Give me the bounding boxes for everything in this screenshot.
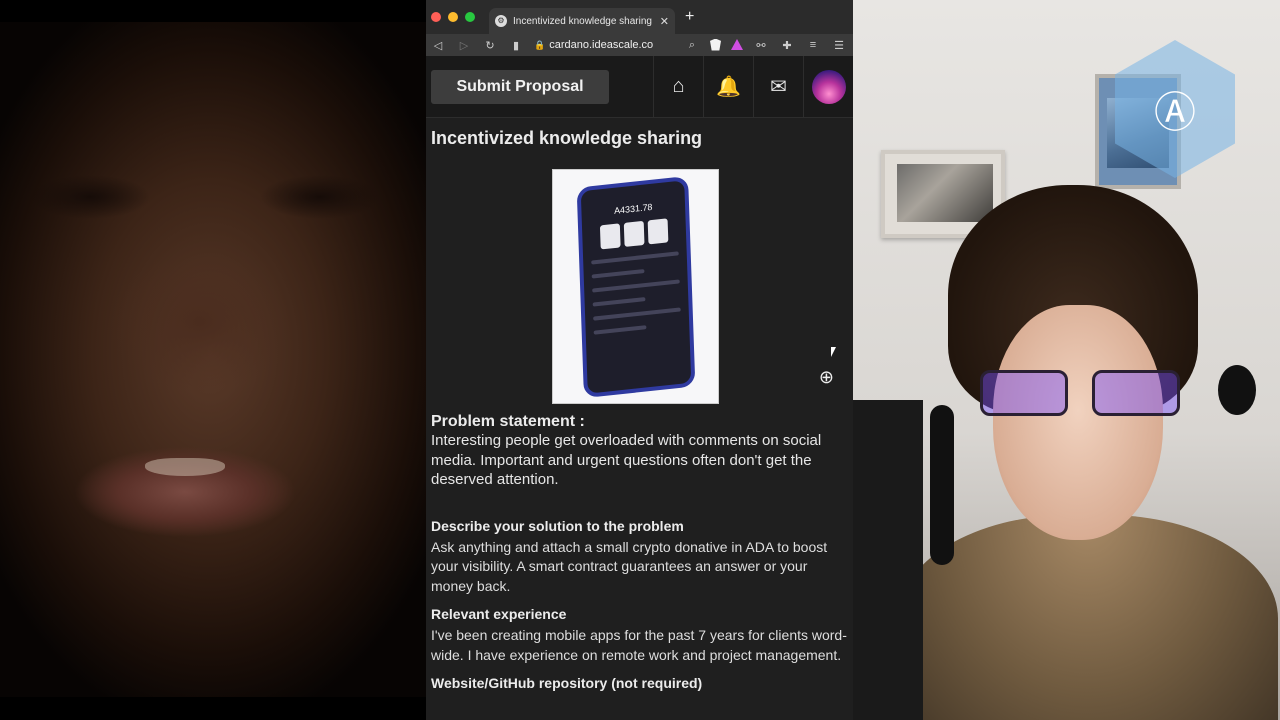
- phone-mockup: A4331.78: [576, 175, 695, 398]
- experience-heading: Relevant experience: [431, 606, 567, 622]
- avatar: [811, 69, 846, 104]
- zoom-page-icon[interactable]: ⌕: [684, 39, 700, 52]
- left-webcam-detail: [145, 458, 225, 476]
- solution-heading: Describe your solution to the problem: [431, 517, 684, 534]
- brave-shield-icon[interactable]: [710, 38, 721, 51]
- solution-text: Ask anything and attach a small crypto d…: [431, 538, 828, 594]
- favicon-icon: ⚙: [495, 15, 507, 27]
- maximize-window-button[interactable]: [465, 12, 475, 22]
- bookmark-icon[interactable]: ▮: [508, 39, 524, 52]
- reload-icon[interactable]: ↻: [482, 39, 498, 52]
- person-figure: [898, 185, 1278, 720]
- browser-toolbar: ◁ ▷ ↻ ▮ 🔒 cardano.ideascale.co ⌕ ⚯ ✚ ≡ ☰: [426, 34, 853, 56]
- tab-bar: ⚙ Incentivized knowledge sharing ✕ +: [426, 0, 853, 34]
- new-tab-button[interactable]: +: [685, 8, 694, 26]
- address-text: cardano.ideascale.co: [549, 39, 654, 51]
- site-nav-icons: ⌂ 🔔 ✉: [653, 55, 853, 118]
- forward-icon[interactable]: ▷: [456, 39, 472, 52]
- close-window-button[interactable]: [431, 12, 441, 22]
- browser-window: ⚙ Incentivized knowledge sharing ✕ + ◁ ▷…: [426, 0, 853, 720]
- left-webcam-image: [0, 22, 426, 697]
- extensions-area: ⌕ ⚯ ✚ ≡ ☰: [684, 38, 849, 52]
- tab-title: Incentivized knowledge sharing: [513, 15, 652, 27]
- browser-tab-active[interactable]: ⚙ Incentivized knowledge sharing ✕: [489, 8, 675, 34]
- experience-text: I've been creating mobile apps for the p…: [431, 627, 847, 663]
- chair: [853, 400, 923, 720]
- mouse-cursor: [831, 347, 836, 357]
- headset-icon: [1218, 365, 1256, 415]
- link-icon[interactable]: ⚯: [753, 39, 769, 52]
- problem-statement-text: Interesting people get overloaded with c…: [431, 432, 822, 488]
- site-header: Submit Proposal ⌂ 🔔 ✉: [426, 55, 853, 118]
- problem-statement-heading: Problem statement :: [431, 413, 585, 430]
- bell-icon[interactable]: 🔔: [703, 55, 753, 118]
- window-controls: [431, 12, 475, 22]
- address-bar[interactable]: 🔒 cardano.ideascale.co: [534, 39, 653, 51]
- back-icon[interactable]: ◁: [430, 39, 446, 52]
- puzzle-extensions-icon[interactable]: ✚: [779, 39, 795, 52]
- submit-proposal-button[interactable]: Submit Proposal: [431, 69, 609, 104]
- left-webcam-feed: [0, 0, 426, 720]
- mail-icon[interactable]: ✉: [753, 55, 803, 118]
- tab-close-icon[interactable]: ✕: [660, 15, 669, 28]
- avatar-button[interactable]: [803, 55, 853, 118]
- minimize-window-button[interactable]: [448, 12, 458, 22]
- page-title: Incentivized knowledge sharing: [431, 128, 703, 148]
- phone-balance: A4331.78: [613, 201, 653, 216]
- home-icon[interactable]: ⌂: [653, 55, 703, 118]
- website-heading: Website/GitHub repository (not required): [431, 675, 703, 691]
- phone-avatars: [589, 217, 677, 250]
- lock-icon: 🔒: [534, 39, 546, 50]
- proposal-image-area: A4331.78 ⊕: [431, 149, 848, 411]
- zoom-in-icon[interactable]: ⊕: [819, 367, 834, 388]
- proposal-content: Incentivized knowledge sharing A4331.78 …: [426, 118, 853, 691]
- proposal-image[interactable]: A4331.78: [552, 169, 719, 404]
- menu-icon[interactable]: ☰: [831, 39, 847, 52]
- rewards-icon[interactable]: [731, 38, 743, 50]
- right-webcam-feed: Ⓐ: [853, 0, 1280, 720]
- playlist-icon[interactable]: ≡: [805, 39, 821, 52]
